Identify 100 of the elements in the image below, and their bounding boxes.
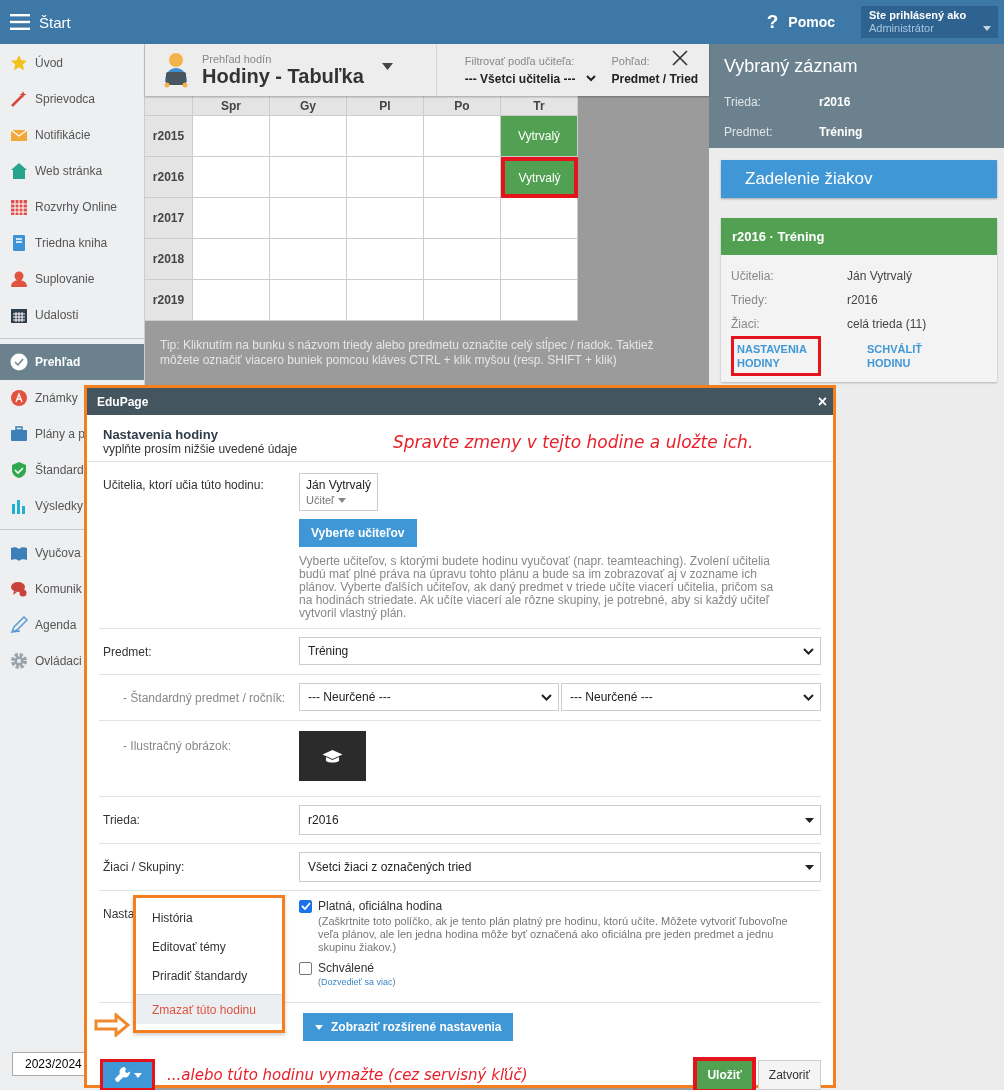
sidebar-item[interactable]: Agenda (0, 607, 144, 643)
briefcase-icon (10, 425, 28, 443)
view-select[interactable]: Predmet / Tried (611, 71, 699, 86)
view-subtitle: Prehľad hodín (202, 52, 273, 65)
bar-chart-icon (10, 497, 28, 515)
column-header[interactable]: Pl (347, 96, 424, 116)
sidebar-item[interactable]: Triedna kniha (0, 225, 144, 261)
column-header[interactable]: Spr (193, 96, 270, 116)
menu-item[interactable]: História (136, 903, 282, 932)
menu-item[interactable]: Priradiť štandardy (136, 961, 282, 990)
panel-title: Vybraný záznam (724, 56, 859, 77)
teacher-role-select[interactable]: Učiteľ (306, 494, 371, 506)
select-field[interactable]: --- Neurčené --- (299, 683, 559, 711)
gear-icon (10, 652, 28, 670)
sidebar-item[interactable]: Prehľad (0, 344, 144, 380)
table-cell[interactable] (424, 198, 501, 239)
menu-icon[interactable] (10, 14, 30, 30)
table-cell[interactable] (347, 116, 424, 157)
table-cell[interactable] (270, 157, 347, 198)
graduation-cap-image[interactable] (299, 731, 366, 781)
tip-text: Tip: Kliknutím na bunku s názvom triedy alebo predmetu označíte celý stĺpec / riadok. Taktiež môžete označiť viacero buniek pomcou kláves CTRL + klik myšou (resp. SHIFT + klik) (160, 338, 655, 368)
field-label: Trieda: (103, 813, 140, 827)
teacher-filter-select[interactable]: --- Všetci učitelia --- (464, 71, 597, 86)
select-field[interactable]: --- Neurčené --- (561, 683, 821, 711)
user-menu[interactable]: Ste prihlásený ako Administrátor (861, 6, 998, 38)
teacher-name: Ján Vytrvalý (306, 478, 371, 492)
sidebar-item[interactable]: Úvod (0, 45, 144, 81)
column-header[interactable]: Po (424, 96, 501, 116)
sidebar-item[interactable]: Suplovanie (0, 261, 144, 297)
row-header[interactable]: r2018 (145, 239, 193, 280)
table-cell[interactable] (193, 157, 270, 198)
start-link[interactable]: Štart (39, 13, 71, 31)
table-cell[interactable] (193, 280, 270, 321)
table-cell[interactable] (501, 198, 578, 239)
caret-icon (805, 864, 814, 870)
help-text: Vyberte učiteľov, s ktorými budete hodinu vyučovať (napr. teamteaching). Zvolení učitelia budú mať plné práva na úpravu tohto plánu a bude sa im zobrazovať aj v zozname ich plánov. Vyberte ďalších učiteľov, ak daný predmet v triede učíte viacerí učitelia, pričom sa na hodinách striedate. Ak učíte viacerí ale rôzne skupiny, je potrebné, aby si každý učiteľ vytvoril vlastný plán. (299, 555, 775, 620)
select-field[interactable]: r2016 (299, 805, 821, 835)
book-icon (10, 234, 28, 252)
table-cell[interactable] (347, 157, 424, 198)
view-label: Pohľad: (611, 54, 650, 67)
table-cell[interactable] (193, 239, 270, 280)
field-label: Nasta (103, 907, 135, 921)
table-cell[interactable] (424, 280, 501, 321)
row-header[interactable]: r2015 (145, 116, 193, 157)
close-button[interactable]: × (817, 392, 827, 411)
table-cell[interactable] (347, 239, 424, 280)
table-cell[interactable] (270, 116, 347, 157)
house-icon (10, 162, 28, 180)
table-cell[interactable] (424, 157, 501, 198)
close-icon[interactable] (672, 50, 688, 66)
close-button[interactable]: Zatvoriť (757, 1060, 821, 1090)
table-cell[interactable] (501, 239, 578, 280)
checkbox[interactable] (299, 961, 312, 975)
table-cell[interactable] (270, 239, 347, 280)
checkbox[interactable] (299, 899, 312, 913)
table-cell[interactable] (424, 239, 501, 280)
caret-icon[interactable] (381, 62, 393, 70)
dialog-title: EduPage (97, 394, 149, 409)
table-cell[interactable] (193, 198, 270, 239)
chat-icon (10, 580, 28, 598)
sidebar-item[interactable]: Notifikácie (0, 117, 144, 153)
field-value: r2016 (819, 95, 851, 109)
row-header[interactable]: r2016 (145, 157, 193, 198)
wrench-icon (113, 1067, 130, 1083)
field-label: Učitelia: (731, 269, 775, 283)
annotation-text: Spravte zmeny v tejto hodine a uložte ich. (393, 431, 754, 452)
column-header[interactable]: Gy (270, 96, 347, 116)
table-cell[interactable] (270, 280, 347, 321)
field-label: Predmet: (724, 125, 774, 139)
row-header[interactable]: r2019 (145, 280, 193, 321)
teacher-chip[interactable]: Ján Vytrvalý Učiteľ (299, 473, 378, 511)
table-cell[interactable] (193, 116, 270, 157)
wrench-menu-button[interactable] (100, 1059, 155, 1090)
sidebar-item[interactable]: Vyučova (0, 535, 144, 571)
sidebar-item[interactable]: Web stránka (0, 153, 144, 189)
sidebar-item[interactable]: Sprievodca (0, 81, 144, 117)
view-title: Hodiny - Tabuľka (202, 64, 364, 88)
table-cell[interactable] (424, 116, 501, 157)
open-book-icon (10, 544, 28, 562)
select-field[interactable]: Všetci žiaci z označených tried (299, 852, 821, 882)
table-cell[interactable] (347, 198, 424, 239)
field-label: Trieda: (724, 95, 762, 109)
checkbox-label: Platná, oficiálna hodina (318, 899, 443, 913)
sidebar-item[interactable]: Rozvrhy Online (0, 189, 144, 225)
column-header[interactable]: Tr (501, 96, 578, 116)
chevron-icon (586, 75, 597, 82)
field-label: Učitelia, ktorí učia túto hodinu: (103, 478, 264, 492)
caret-icon (133, 1072, 142, 1078)
select-field[interactable]: Tréning (299, 637, 821, 665)
person-icon (10, 270, 28, 288)
table-cell[interactable] (270, 198, 347, 239)
help-icon[interactable]: ? (766, 11, 779, 33)
caret-icon (983, 26, 991, 31)
sidebar-item[interactable]: Komunik (0, 571, 144, 607)
sidebar-item[interactable]: Udalosti (0, 297, 144, 333)
help-link[interactable]: Pomoc (788, 14, 835, 30)
menu-item[interactable]: Editovať témy (136, 932, 282, 961)
table-cell[interactable] (347, 280, 424, 321)
table-cell[interactable] (501, 280, 578, 321)
row-header[interactable]: r2017 (145, 198, 193, 239)
